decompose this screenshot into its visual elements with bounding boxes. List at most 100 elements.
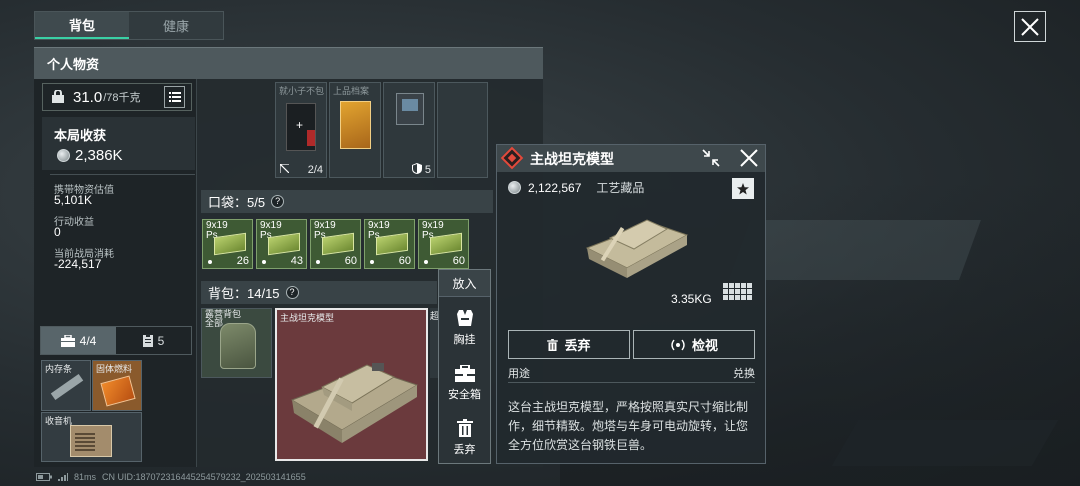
- expand-icon: [280, 164, 289, 173]
- stat-value: 5,101K: [54, 193, 93, 207]
- ammo-item[interactable]: 9x19 Ps 43: [256, 219, 307, 269]
- divider: [50, 174, 195, 175]
- inspect-icon: [671, 339, 685, 350]
- radio-image: [70, 425, 112, 457]
- grid-item-tank-model[interactable]: 主战坦克模型: [275, 308, 428, 461]
- ammo-count: 60: [452, 255, 465, 267]
- grid-item-device[interactable]: 5: [383, 82, 435, 178]
- close-detail-icon[interactable]: [739, 148, 759, 168]
- top-tabs: 背包 健康: [34, 11, 224, 40]
- item-size-grid-icon: [723, 283, 754, 303]
- container-tabs: 4/4 5: [40, 326, 192, 355]
- menu-item-label: 安全箱: [448, 388, 481, 401]
- tab-clipboard-label: 5: [157, 333, 165, 348]
- inspect-button-label: 检视: [691, 338, 718, 353]
- signal-icon: [58, 473, 68, 481]
- ammo-box-image: [268, 232, 300, 256]
- slot-label: 内存条: [45, 364, 73, 374]
- star-icon: [737, 182, 749, 194]
- vest-icon: [456, 310, 473, 326]
- memory-stick-image: [50, 373, 84, 401]
- backpack-label: 背包：14/15: [208, 286, 280, 301]
- slot-memory-stick[interactable]: 内存条: [41, 360, 91, 411]
- background-plate: [729, 220, 981, 280]
- favorite-button[interactable]: [732, 178, 754, 199]
- menu-item-discard[interactable]: 丢弃: [439, 412, 490, 464]
- device-image: [396, 93, 424, 125]
- grid-item-empty[interactable]: [437, 82, 488, 178]
- pocket-header: 口袋：5/5 ?: [201, 190, 493, 213]
- round-gain-total: 2,386K: [57, 147, 123, 164]
- tab-toolbox[interactable]: 4/4: [41, 327, 116, 354]
- ammo-item[interactable]: 9x19 Ps 60: [418, 219, 469, 269]
- item-weight: 3.35KG: [671, 292, 712, 306]
- battery-icon: [36, 473, 52, 481]
- clipboard-icon: [142, 334, 153, 347]
- item-label: 上品档案: [333, 86, 370, 96]
- tank-preview-image: [585, 219, 689, 278]
- context-menu: 放入 胸挂 安全箱 丢弃: [438, 269, 491, 464]
- round-gain-value: 2,386K: [75, 147, 123, 164]
- slot-radio[interactable]: 收音机: [41, 412, 142, 462]
- ping-value: 81ms: [74, 472, 97, 482]
- menu-item-vest[interactable]: 胸挂: [439, 302, 490, 354]
- item-count: 5: [424, 164, 431, 176]
- menu-item-safebox[interactable]: 安全箱: [439, 357, 490, 409]
- menu-item-label: 胸挂: [453, 334, 476, 346]
- tab-health[interactable]: 健康: [129, 12, 223, 39]
- close-icon: [1021, 17, 1039, 36]
- item-price-value: 2,122,567: [528, 180, 582, 195]
- discard-button-label: 丢弃: [564, 338, 591, 353]
- ammo-box-image: [376, 232, 408, 256]
- panel-title: 个人物资: [34, 47, 543, 79]
- tank-model-image: [290, 363, 419, 443]
- collapse-icon[interactable]: [702, 149, 720, 167]
- ammo-item[interactable]: 9x19 Ps 26: [202, 219, 253, 269]
- weight-icon: [52, 90, 64, 103]
- solid-fuel-image: [100, 375, 136, 407]
- ammo-item[interactable]: 9x19 Ps 60: [364, 219, 415, 269]
- backpack-image: [220, 323, 256, 369]
- slot-solid-fuel[interactable]: 固体燃料: [92, 360, 142, 411]
- pocket-label: 口袋：5/5: [208, 195, 266, 210]
- slot-label: 固体燃料: [96, 364, 133, 374]
- ammo-count: 60: [344, 255, 357, 267]
- ammo-count: 60: [398, 255, 411, 267]
- grid-item-case[interactable]: 就小子不包 + 2/4: [275, 82, 327, 178]
- tab-clipboard[interactable]: 5: [116, 327, 191, 354]
- currency-icon: [57, 149, 70, 162]
- inspect-button[interactable]: 检视: [633, 330, 755, 359]
- discard-button[interactable]: 丢弃: [508, 330, 630, 359]
- backpack-header: 背包：14/15 ?: [201, 281, 437, 304]
- trash-icon: [456, 419, 473, 437]
- slot-label: 收音机: [45, 416, 73, 426]
- currency-icon: [508, 181, 521, 194]
- ammo-box-image: [214, 232, 246, 256]
- tab-toolbox-label: 4/4: [79, 333, 97, 348]
- archive-image: [340, 101, 371, 149]
- toolbox-icon: [60, 334, 75, 347]
- trash-icon: [547, 338, 559, 351]
- ammo-count: 26: [236, 255, 249, 267]
- usage-label: 用途: [508, 368, 530, 380]
- help-icon[interactable]: ?: [271, 195, 285, 208]
- stat-value: 0: [54, 225, 61, 239]
- grid-item-partial[interactable]: 超: [430, 308, 439, 378]
- item-label: 主战坦克模型: [280, 313, 335, 323]
- help-icon[interactable]: ?: [285, 286, 299, 299]
- grid-item-camping-backpack[interactable]: 露营背包 全部: [201, 308, 272, 378]
- divider: [508, 382, 755, 383]
- ammo-count: 43: [290, 255, 303, 267]
- exchange-label[interactable]: 兑换: [733, 365, 755, 381]
- safebox-icon: [454, 364, 475, 382]
- context-menu-header: 放入: [439, 270, 490, 297]
- list-view-button[interactable]: [164, 86, 185, 108]
- tab-backpack[interactable]: 背包: [35, 12, 129, 39]
- close-button[interactable]: [1014, 11, 1046, 42]
- weight-current: 31.0: [73, 88, 103, 106]
- list-icon: [168, 92, 181, 102]
- ammo-item[interactable]: 9x19 Ps 60: [310, 219, 361, 269]
- background-plate: [831, 420, 1059, 466]
- case-image: +: [286, 103, 316, 151]
- grid-item-archive[interactable]: 上品档案: [329, 82, 381, 178]
